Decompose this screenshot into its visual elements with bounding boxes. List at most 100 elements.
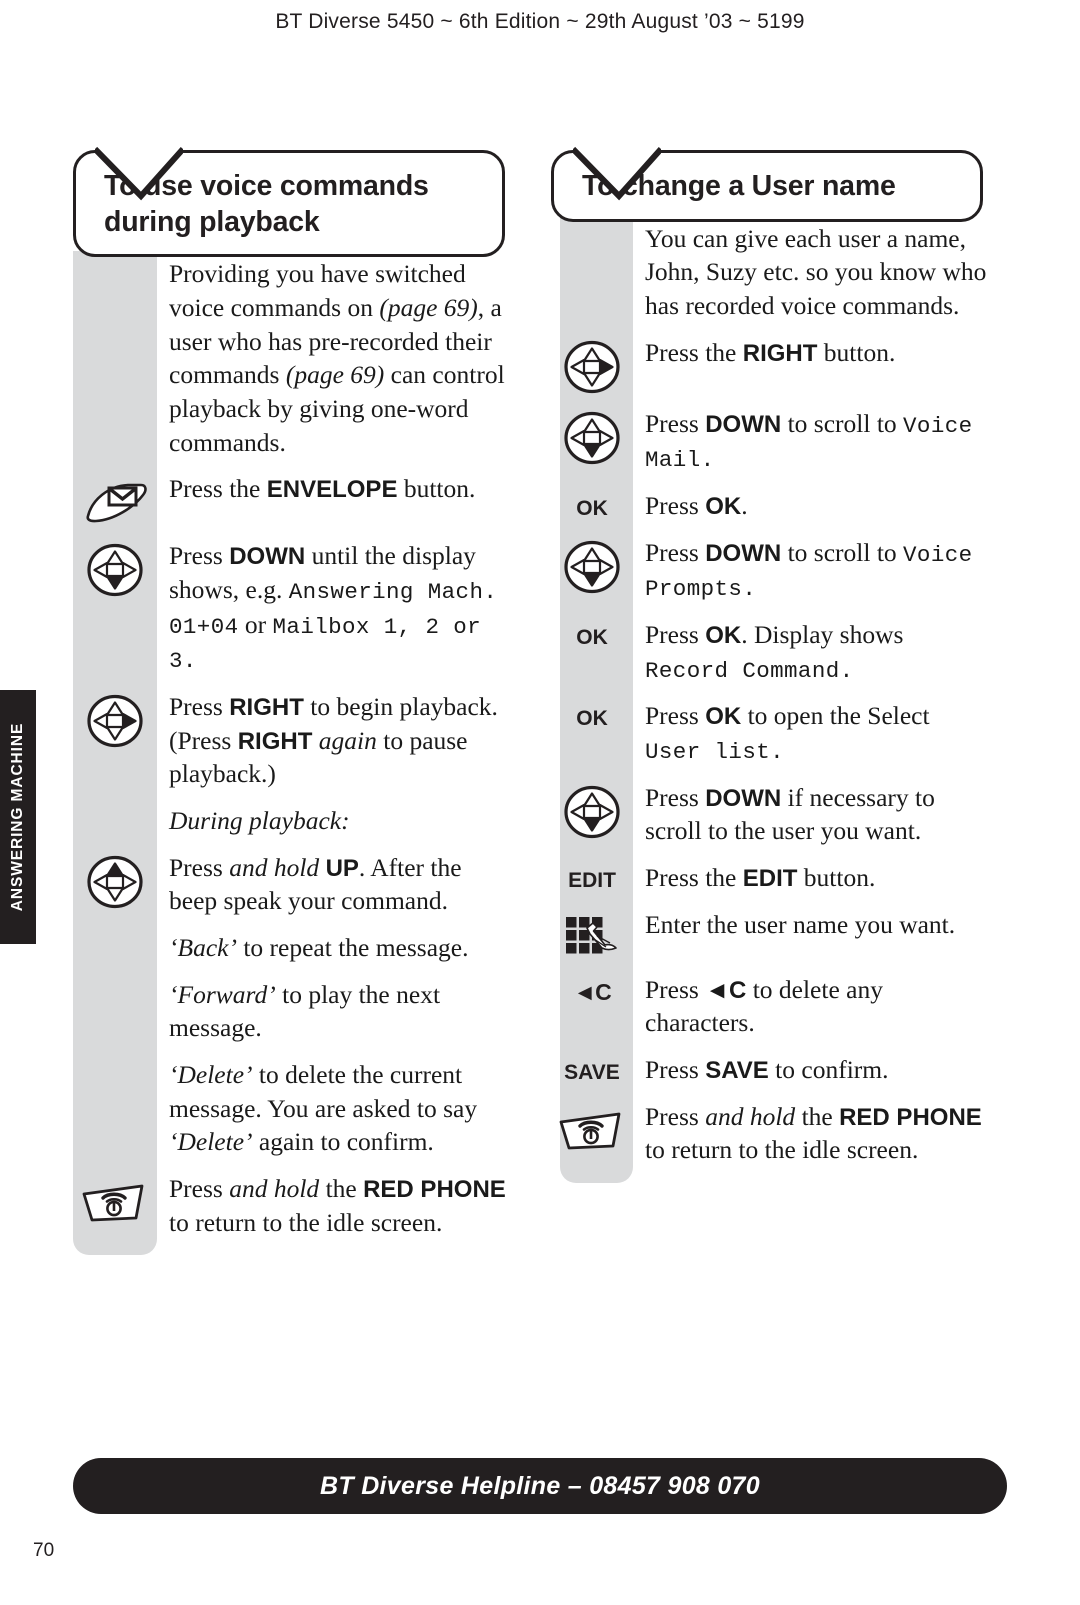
step-text: Press and hold the RED PHONE to return t… [633,1100,991,1167]
key-label-icon: OK [576,496,608,520]
red-phone-button-icon [82,1184,144,1222]
text-run: OK [705,622,742,650]
dpad-down-icon [564,540,620,593]
keypad-hand-icon [566,916,617,954]
instruction-step: Press the ENVELOPE button. [73,472,513,526]
instruction-step: Press RIGHT to begin playback. (Press RI… [73,690,513,791]
step-text: During playback: [157,804,513,838]
step-icon-gutter: ◄C [551,973,633,1004]
right-column: To change a User name You can give each … [551,146,991,1183]
text-run: Press [645,620,706,650]
step-text: You can give each user a name, John, Suz… [633,222,991,323]
envelope-button-icon [86,483,147,523]
dpad-down-icon [87,544,143,597]
text-run: Press [169,541,230,571]
text-run: User list. [645,739,785,766]
text-run: ◄C [705,976,747,1004]
text-run: Press [645,490,706,520]
text-run: Enter the user name you want. [645,909,956,939]
text-run: button. [397,474,476,504]
step-text: Press SAVE to confirm. [633,1053,991,1087]
page-number: 70 [33,1540,55,1561]
text-run: SAVE [705,1057,769,1085]
text-run: Press the [645,863,743,893]
step-text: ‘Back’ to repeat the message. [157,931,513,965]
red-phone-button-icon [559,1112,621,1150]
text-run: OK [705,703,742,731]
section-thumb-tab-label: ANSWERING MACHINE [9,722,26,912]
key-label-icon: SAVE [564,1061,620,1085]
step-text: ‘Forward’ to play the next message. [157,978,513,1045]
step-icon-gutter [73,851,157,909]
text-run: to return to the idle screen. [645,1135,919,1165]
text-run: button. [797,863,876,893]
dpad-down-icon [564,411,620,464]
instruction-step: OK Press OK to open the Select User list. [551,699,991,767]
step-text: Press OK. [633,489,991,523]
step-icon-gutter: SAVE [551,1053,633,1083]
text-run: ENVELOPE [266,476,398,504]
text-run: and hold [229,852,320,882]
step-text: Press the EDIT button. [633,861,991,895]
step-text: Press DOWN until the display shows, e.g.… [157,539,513,677]
instruction-step: Providing you have switched voice comman… [73,257,513,459]
step-text: Press OK. Display shows Record Command. [633,618,991,686]
running-head: BT Diverse 5450 ~ 6th Edition ~ 29th Aug… [275,10,805,33]
text-run: to open the Select [741,701,930,731]
text-run: Record Command. [645,657,854,684]
step-icon-gutter: OK [551,489,633,519]
text-run: to scroll to [781,537,904,567]
text-run: Press [645,782,706,812]
dpad-down-icon [564,785,620,838]
step-text: Press the RIGHT button. [633,336,991,370]
text-run: Press [169,691,230,721]
key-label-icon: OK [576,707,608,731]
left-column: To use voice commands during playback Pr… [73,146,513,1255]
step-icon-gutter [551,536,633,594]
step-text: Press RIGHT to begin playback. (Press RI… [157,690,513,791]
step-text: Enter the user name you want. [633,908,991,942]
instruction-step: OK Press OK. Display shows Record Command… [551,618,991,686]
text-run: Press [169,852,230,882]
instruction-step: ‘Delete’ to delete the current message. … [73,1058,513,1159]
text-run: Press the [645,337,743,367]
text-run: and hold [705,1101,796,1131]
text-run: RIGHT [237,727,313,755]
text-run: ‘Delete’ [169,1059,253,1089]
text-run: Press [169,1173,230,1203]
instruction-step: Press DOWN to scroll to Voice Prompts. [551,536,991,605]
instruction-step: EDIT Press the EDIT button. [551,861,991,895]
step-text: Press DOWN to scroll to Voice Mail. [633,407,991,476]
text-run: ‘Back’ [169,932,237,962]
text-run: the [319,1173,364,1203]
step-icon-gutter: EDIT [551,861,633,891]
step-icon-gutter: OK [551,699,633,729]
text-run: Press [645,1055,706,1085]
step-text: Providing you have switched voice comman… [157,257,513,459]
instruction-step: ‘Back’ to repeat the message. [73,931,513,965]
step-icon-gutter [551,336,633,394]
left-callout: To use voice commands during playback [73,146,513,258]
instruction-step: During playback: [73,804,513,838]
instruction-step: Press and hold the RED PHONE to return t… [73,1172,513,1239]
text-run: DOWN [705,410,782,438]
instruction-step: Press and hold UP. After the beep speak … [73,851,513,918]
text-run: Press [645,1101,706,1131]
step-icon-gutter: OK [551,618,633,648]
text-run: Press [645,537,706,567]
instruction-step: ◄C Press ◄C to delete any characters. [551,973,991,1040]
step-text: Press the ENVELOPE button. [157,472,513,506]
step-text: ‘Delete’ to delete the current message. … [157,1058,513,1159]
step-icon-gutter [73,1172,157,1225]
text-run: or [238,609,273,639]
left-callout-title: To use voice commands during playback [104,170,429,238]
text-run: to return to the idle screen. [169,1207,443,1237]
text-run: again to confirm. [252,1127,434,1157]
text-run: Press [645,701,706,731]
step-text: Press DOWN to scroll to Voice Prompts. [633,536,991,605]
text-run: RED PHONE [363,1175,506,1203]
text-run: RIGHT [229,693,304,721]
text-run: to repeat the message. [236,932,469,962]
text-run: You can give each user a name, John, Suz… [645,223,987,320]
right-callout-bubble: To change a User name [551,150,983,222]
